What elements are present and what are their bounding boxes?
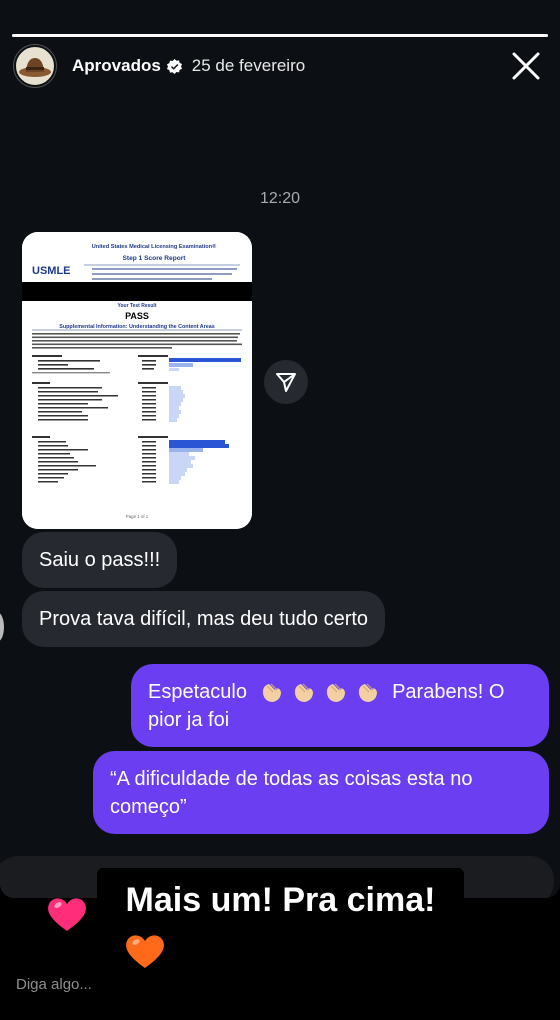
- avatar[interactable]: [14, 45, 56, 87]
- story-viewer: Aprovados 25 de fevereiro 12:20 United S…: [0, 0, 560, 1020]
- heart-sticker-pink: [48, 898, 86, 931]
- doc-result-heading: Your Test Result: [118, 303, 157, 309]
- story-header: Aprovados 25 de fevereiro: [14, 44, 546, 88]
- message-outgoing[interactable]: “A dificuldade de todas as coisas esta n…: [93, 751, 549, 834]
- doc-title-1: United States Medical Licensing Examinat…: [92, 243, 217, 250]
- share-icon: [276, 373, 296, 392]
- clap-icon: [326, 683, 345, 703]
- clap-icon: [262, 683, 281, 703]
- story-caption: Mais um! Pra cima!: [97, 868, 464, 932]
- chat-timestamp: 12:20: [259, 190, 301, 207]
- story-date: 25 de fevereiro: [191, 56, 306, 75]
- doc-result: PASS: [125, 311, 149, 321]
- redaction-bar: [22, 282, 252, 301]
- heart-sticker-orange: [126, 935, 164, 968]
- doc-title-2: Step 1 Score Report: [122, 255, 186, 262]
- progress-segment: [12, 34, 548, 37]
- message-text: Espetaculo Parabens! O pior ja foi: [148, 680, 505, 731]
- score-report-document: United States Medical Licensing Examinat…: [22, 232, 252, 529]
- username[interactable]: Aprovados: [72, 56, 161, 76]
- score-report-image[interactable]: United States Medical Licensing Examinat…: [22, 232, 252, 529]
- clap-icon: [358, 683, 377, 703]
- reply-input[interactable]: Diga algo...: [16, 976, 92, 993]
- progress-fill: [12, 34, 548, 37]
- message-text: Saiu o pass!!!: [39, 549, 161, 571]
- message-text: Prova tava difícil, mas deu tudo certo: [39, 608, 369, 630]
- message-incoming[interactable]: Prova tava difícil, mas deu tudo certo: [22, 591, 386, 647]
- message-text: “A dificuldade de todas as coisas esta n…: [110, 767, 473, 818]
- story-progress: [12, 34, 548, 37]
- usmle-logo: USMLE: [32, 265, 71, 277]
- screenshot-content: Aprovados 25 de fevereiro 12:20 United S…: [0, 0, 560, 898]
- share-button[interactable]: [264, 360, 308, 404]
- sender-avatar[interactable]: [0, 612, 4, 642]
- clap-icon: [294, 683, 313, 703]
- doc-supplemental-title: Supplemental Information: Understanding …: [59, 324, 215, 330]
- doc-footer: Page 1 of 1: [126, 514, 149, 519]
- verified-icon: [166, 58, 182, 74]
- message-outgoing[interactable]: Espetaculo Parabens! O pior ja foi: [131, 664, 549, 747]
- clap-emoji: [259, 680, 381, 704]
- close-icon[interactable]: [510, 50, 542, 82]
- hat-avatar-icon: [19, 58, 51, 77]
- message-incoming[interactable]: Saiu o pass!!!: [22, 532, 178, 588]
